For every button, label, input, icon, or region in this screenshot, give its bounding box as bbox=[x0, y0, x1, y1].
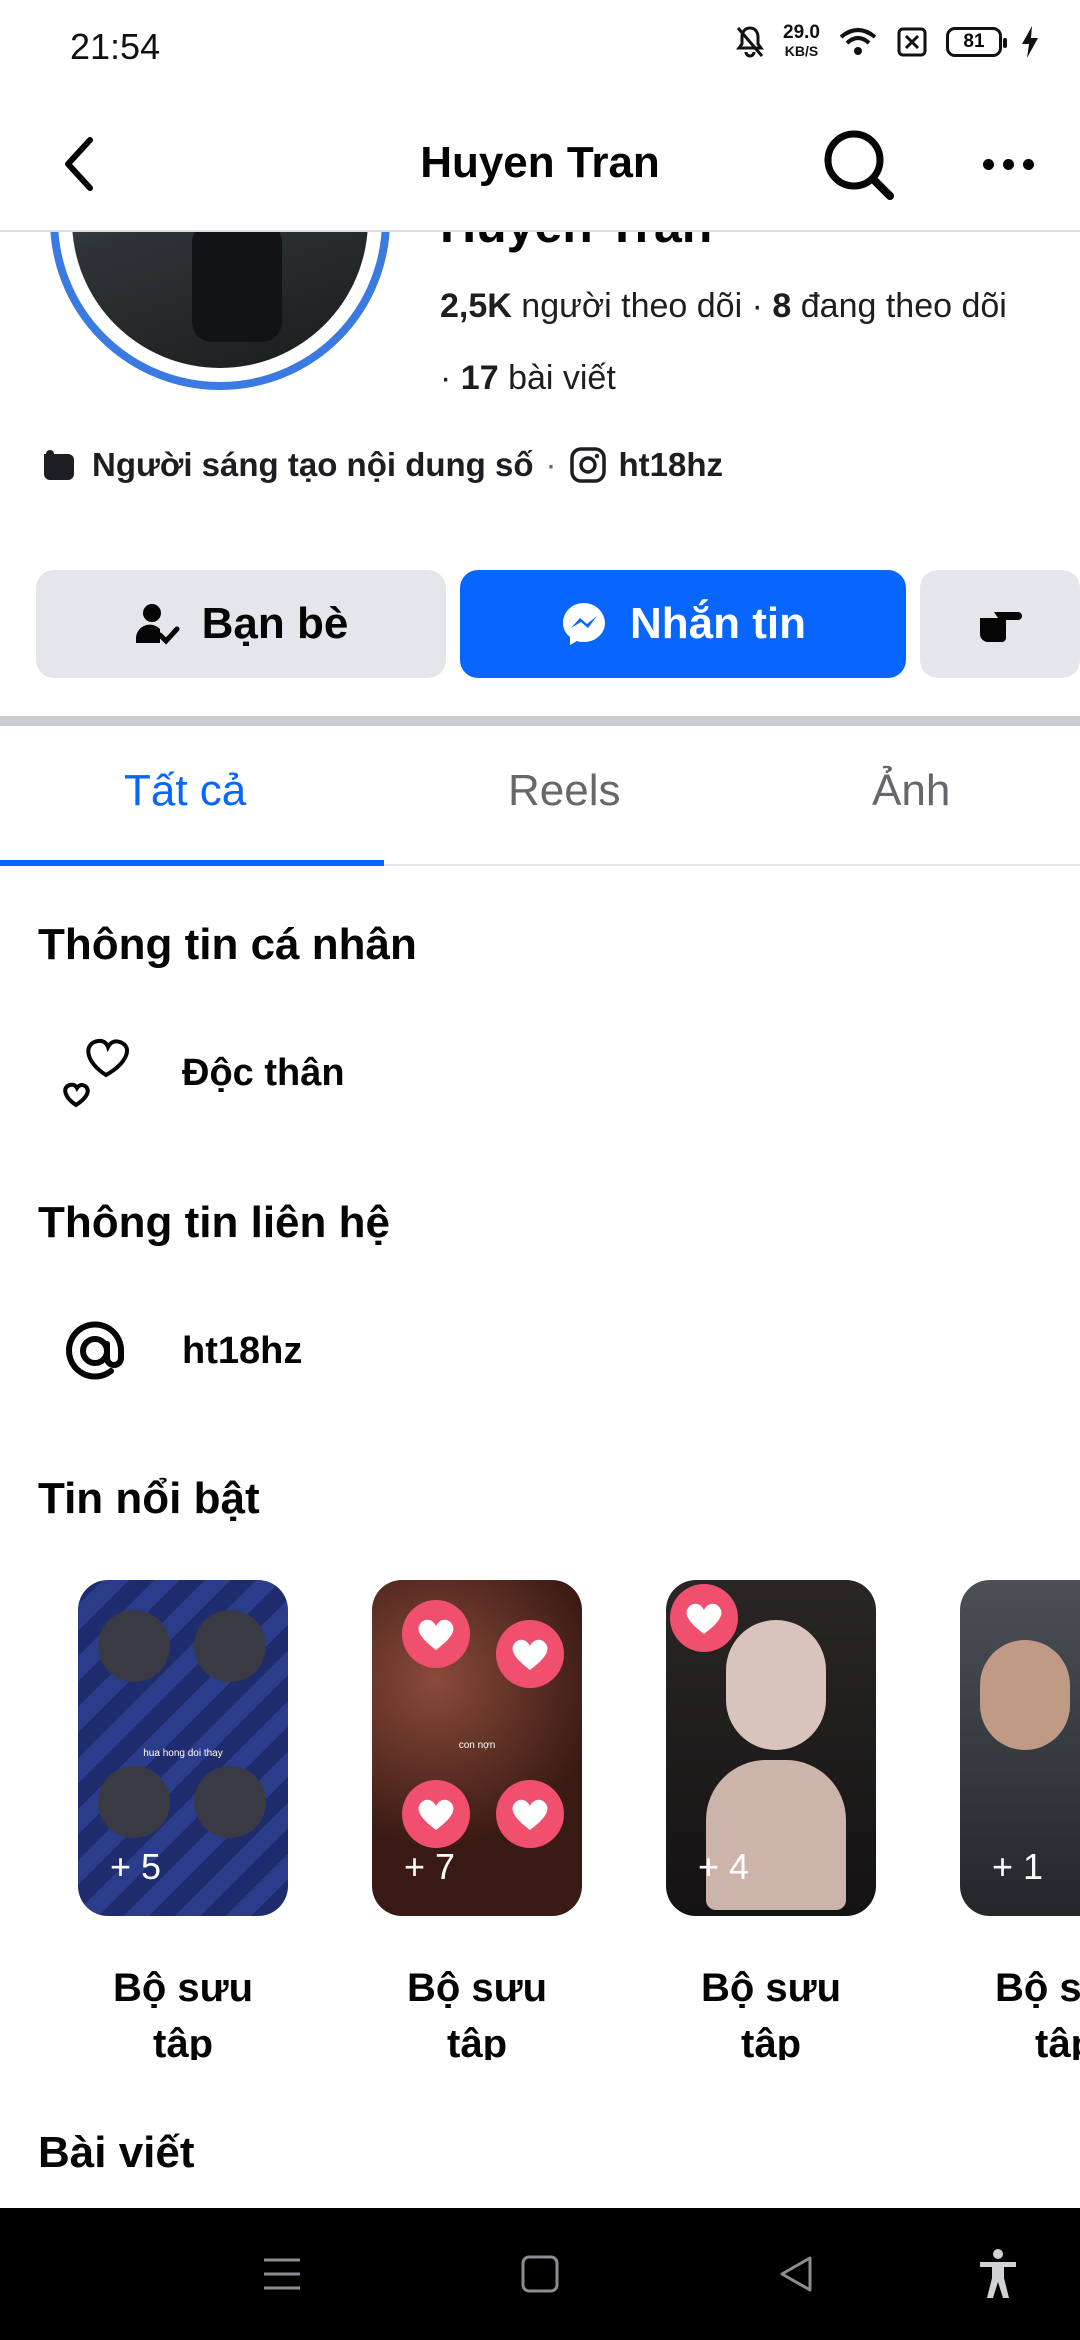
profile-actions: Bạn bè Nhắn tin bbox=[36, 570, 1080, 678]
tab-photos[interactable]: Ảnh bbox=[872, 766, 950, 816]
charging-icon bbox=[1022, 26, 1038, 58]
friend-check-icon bbox=[135, 604, 180, 645]
top-app-bar: Huyen Tran bbox=[0, 96, 1080, 232]
highlight-count: + 5 bbox=[110, 1846, 162, 1887]
highlight-thumbnail: + 1 bbox=[960, 1580, 1080, 1916]
message-button[interactable]: Nhắn tin bbox=[460, 570, 906, 678]
bell-off-icon bbox=[736, 26, 765, 58]
personal-info-title: Thông tin cá nhân bbox=[38, 920, 417, 969]
friends-button-label: Bạn bè bbox=[201, 599, 349, 648]
posts-count: 17 bbox=[460, 359, 499, 397]
highlights-carousel[interactable]: hua hong doi thay + 5 Bộ sưu tập con nợn… bbox=[0, 1580, 1080, 2060]
highlight-label: Bộ sưu tập bbox=[406, 1966, 548, 2060]
section-divider bbox=[0, 716, 1080, 726]
net-speed-value: 29.0 bbox=[783, 22, 820, 43]
net-speed-unit: KB/S bbox=[784, 43, 819, 59]
highlight-thumbnail: hua hong doi thay + 5 bbox=[78, 1580, 288, 1916]
battery-icon: 81 bbox=[946, 27, 1007, 57]
posts-label: bài viết bbox=[508, 359, 616, 397]
highlight-item[interactable]: + 1 Bộ sưu tập bbox=[960, 1580, 1080, 2060]
status-time: 21:54 bbox=[70, 26, 161, 67]
search-button[interactable] bbox=[820, 126, 896, 202]
menu-icon bbox=[264, 2258, 300, 2290]
highlight-caption: con nợn bbox=[458, 1740, 496, 1751]
heart-sticker-icon bbox=[670, 1584, 738, 1652]
square-icon bbox=[521, 2255, 559, 2293]
highlight-count: + 1 bbox=[992, 1846, 1044, 1887]
relationship-row: Độc thân bbox=[54, 1032, 345, 1114]
status-bar: 21:54 29.0 KB/S 81 bbox=[0, 0, 1080, 96]
following-label[interactable]: đang theo dõi bbox=[801, 287, 1007, 325]
instagram-handle[interactable]: ht18hz bbox=[619, 446, 724, 484]
followers-count[interactable]: 2,5K bbox=[440, 287, 512, 325]
sim-off-icon bbox=[897, 27, 927, 57]
tab-reels[interactable]: Reels bbox=[508, 766, 621, 816]
highlight-thumbnail: con nợn + 7 bbox=[372, 1580, 582, 1916]
messenger-icon bbox=[563, 603, 605, 645]
hearts-icon bbox=[63, 1038, 129, 1108]
heart-sticker-icon bbox=[496, 1620, 564, 1688]
following-count[interactable]: 8 bbox=[772, 287, 791, 325]
profile-meta-row: Người sáng tạo nội dung số · ht18hz bbox=[40, 446, 723, 484]
status-icons: 29.0 KB/S 81 bbox=[735, 22, 1040, 60]
poke-hand-icon bbox=[980, 612, 1022, 642]
highlight-label: Bộ sưu tập bbox=[112, 1966, 254, 2060]
heart-sticker-icon bbox=[402, 1600, 470, 1668]
highlight-caption: hua hong doi thay bbox=[143, 1748, 223, 1759]
highlight-count: + 4 bbox=[698, 1846, 750, 1887]
more-button[interactable] bbox=[976, 132, 1040, 196]
more-icon bbox=[982, 158, 994, 170]
creator-label: Người sáng tạo nội dung số bbox=[92, 446, 534, 483]
triangle-back-icon bbox=[780, 2256, 812, 2292]
posts-title: Bài viết bbox=[38, 2128, 195, 2177]
active-tab-indicator bbox=[0, 860, 384, 866]
highlight-count: + 7 bbox=[404, 1846, 456, 1887]
highlight-label: Bộ sưu tập bbox=[700, 1966, 842, 2060]
home-button[interactable] bbox=[510, 2244, 570, 2304]
highlight-item[interactable]: + 4 Bộ sưu tập bbox=[666, 1580, 876, 2060]
net-speed: 29.0 KB/S bbox=[783, 22, 820, 60]
friends-button[interactable]: Bạn bè bbox=[36, 570, 446, 678]
highlight-item[interactable]: con nợn + 7 Bộ sưu tập bbox=[372, 1580, 582, 2060]
tab-all[interactable]: Tất cả bbox=[124, 766, 246, 816]
contact-handle-row[interactable]: ht18hz bbox=[54, 1310, 302, 1392]
highlight-thumbnail: + 4 bbox=[666, 1580, 876, 1916]
recent-apps-button[interactable] bbox=[252, 2244, 312, 2304]
accessibility-button[interactable] bbox=[968, 2244, 1028, 2304]
system-nav-bar bbox=[0, 2208, 1080, 2340]
profile-tabs: Tất cả Reels Ảnh bbox=[0, 726, 1080, 866]
followers-label[interactable]: người theo dõi bbox=[521, 287, 742, 325]
wifi-icon bbox=[839, 28, 877, 55]
system-back-button[interactable] bbox=[766, 2244, 826, 2304]
heart-sticker-icon bbox=[402, 1780, 470, 1848]
header-title: Huyen Tran bbox=[420, 138, 660, 187]
highlight-label: Bộ sưu tập bbox=[994, 1966, 1080, 2060]
highlight-item[interactable]: hua hong doi thay + 5 Bộ sưu tập bbox=[78, 1580, 288, 2060]
contact-info-title: Thông tin liên hệ bbox=[38, 1198, 390, 1247]
heart-sticker-icon bbox=[496, 1780, 564, 1848]
profile-stats: 2,5K người theo dõi · 8 đang theo dõi · … bbox=[440, 287, 1007, 397]
poke-button[interactable] bbox=[920, 570, 1080, 678]
message-button-label: Nhắn tin bbox=[630, 599, 806, 648]
relationship-status: Độc thân bbox=[182, 1051, 345, 1094]
highlights-title: Tin nổi bật bbox=[38, 1474, 260, 1523]
instagram-icon bbox=[569, 447, 606, 483]
at-sign-icon bbox=[66, 1321, 125, 1380]
search-icon bbox=[824, 130, 894, 200]
accessibility-icon bbox=[980, 2249, 1016, 2298]
contact-handle: ht18hz bbox=[182, 1329, 303, 1372]
creator-icon bbox=[44, 450, 74, 480]
